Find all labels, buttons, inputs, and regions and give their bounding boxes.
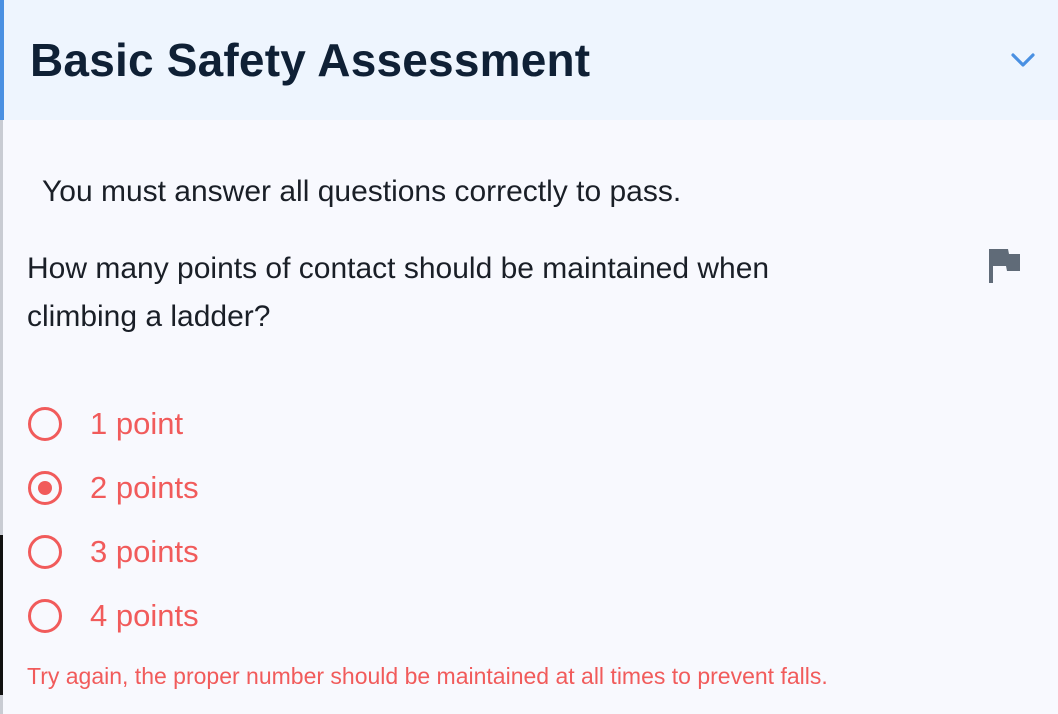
answer-option-1[interactable]: 1 point	[28, 402, 183, 446]
answer-option-4[interactable]: 4 points	[28, 594, 199, 638]
radio-button[interactable]	[28, 599, 62, 633]
assessment-title: Basic Safety Assessment	[30, 34, 591, 86]
feedback-message: Try again, the proper number should be m…	[27, 663, 828, 689]
chevron-down-icon[interactable]	[1009, 50, 1037, 70]
answer-option-3[interactable]: 3 points	[28, 530, 199, 574]
answer-option-label: 3 points	[90, 534, 199, 569]
radio-button[interactable]	[28, 535, 62, 569]
instructions-text: You must answer all questions correctly …	[42, 175, 682, 208]
assessment-header[interactable]: Basic Safety Assessment	[4, 0, 1058, 120]
radio-button-selected[interactable]	[28, 471, 62, 505]
left-border	[0, 0, 5, 714]
question-text: How many points of contact should be mai…	[27, 252, 770, 333]
answer-option-label: 1 point	[90, 406, 184, 441]
flag-icon[interactable]	[986, 247, 1022, 283]
answer-option-2[interactable]: 2 points	[28, 466, 199, 510]
left-border-dark	[0, 535, 3, 695]
answer-option-label: 4 points	[90, 598, 199, 633]
answer-option-label: 2 points	[90, 470, 199, 505]
radio-button[interactable]	[28, 407, 62, 441]
